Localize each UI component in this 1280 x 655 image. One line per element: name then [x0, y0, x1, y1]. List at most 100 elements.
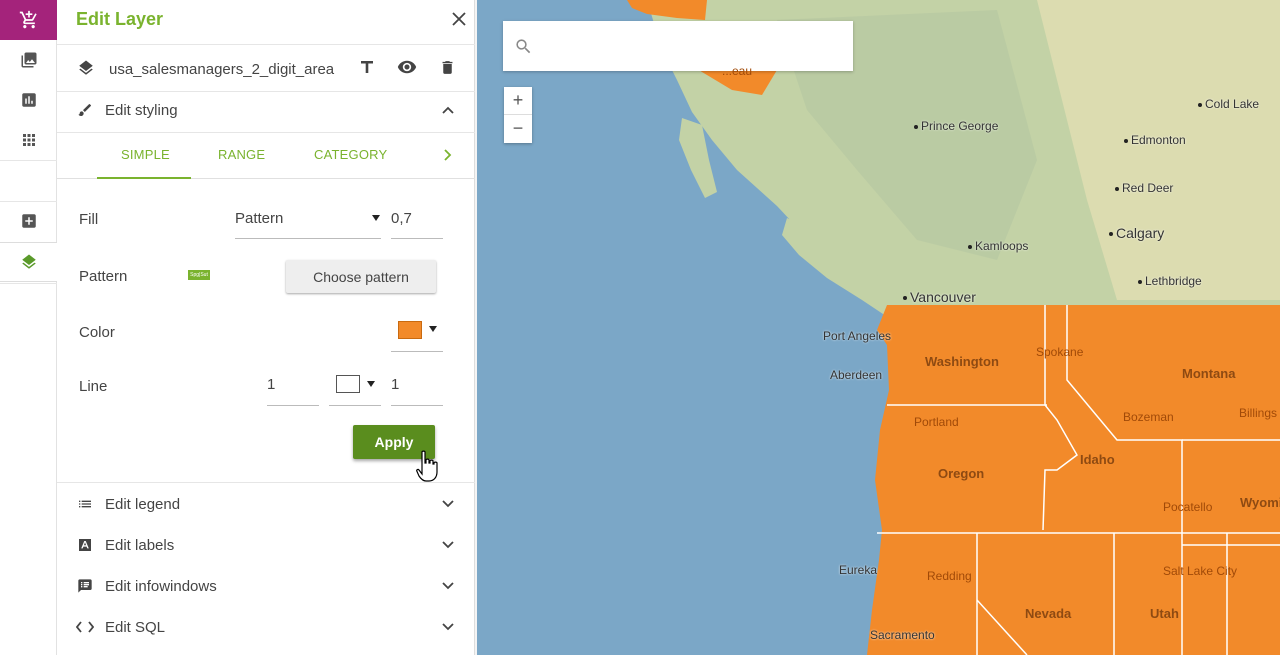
cart-button[interactable] — [0, 0, 57, 40]
city-label: Lethbridge — [1138, 274, 1202, 288]
pattern-label: Pattern — [79, 268, 128, 285]
close-icon — [452, 12, 466, 26]
city-label: Cold Lake — [1198, 97, 1259, 111]
edit-legend-header[interactable]: Edit legend — [57, 485, 475, 525]
chevron-down-icon — [441, 538, 455, 552]
tab-simple[interactable]: SIMPLE — [121, 147, 170, 162]
state-label: Oregon — [938, 466, 985, 481]
city-label: Eureka — [839, 563, 878, 577]
visibility-button[interactable] — [395, 56, 419, 78]
fill-opacity-value: 0,7 — [391, 210, 412, 227]
delete-layer-button[interactable] — [436, 56, 458, 78]
tab-category[interactable]: CATEGORY — [314, 147, 387, 162]
city-label: Prince George — [914, 119, 998, 133]
edit-styling-label: Edit styling — [105, 102, 178, 119]
edit-labels-label: Edit labels — [105, 537, 175, 554]
edit-legend-label: Edit legend — [105, 496, 181, 513]
list-icon — [76, 495, 94, 513]
map-canvas[interactable]: + − ...eau Prince George Edmonton Cold L… — [477, 0, 1280, 655]
line-width-value: 1 — [267, 376, 276, 393]
line-opacity-input[interactable]: 1 — [391, 370, 443, 406]
line-opacity-value: 1 — [391, 376, 400, 393]
map-search-input[interactable] — [543, 31, 843, 61]
map-basemap — [477, 0, 1280, 655]
edit-layer-panel: Edit Layer usa_salesmanagers_2_digit_are… — [57, 0, 475, 655]
dropdown-arrow-icon — [429, 326, 437, 332]
map-search[interactable] — [503, 21, 853, 71]
layer-row: usa_salesmanagers_2_digit_area — [57, 44, 475, 92]
city-label: Kamloops — [968, 239, 1028, 253]
layers-icon — [21, 254, 36, 269]
state-label: Washington — [925, 354, 999, 369]
line-width-input[interactable]: 1 — [267, 370, 319, 406]
layer-name: usa_salesmanagers_2_digit_area — [109, 61, 335, 78]
edit-sql-label: Edit SQL — [105, 619, 166, 636]
fill-color-swatch[interactable] — [398, 321, 422, 339]
city-label: Bozeman — [1123, 410, 1174, 424]
text-icon — [361, 61, 373, 73]
active-tab-indicator — [97, 177, 191, 179]
apps-button[interactable] — [0, 120, 57, 160]
add-layer-button[interactable] — [0, 201, 57, 241]
eye-icon — [397, 60, 417, 74]
state-label: Wyomi — [1240, 495, 1280, 510]
trash-icon — [442, 60, 452, 74]
chart-button[interactable] — [0, 80, 57, 120]
dropdown-arrow-icon — [367, 381, 375, 387]
edit-sql-header[interactable]: Edit SQL — [57, 608, 475, 648]
state-label: Idaho — [1080, 452, 1115, 467]
zoom-in-button[interactable]: + — [504, 87, 532, 115]
chevron-up-icon — [441, 103, 455, 117]
fill-type-select[interactable]: Pattern — [235, 204, 381, 239]
edit-styling-header[interactable]: Edit styling — [57, 91, 475, 131]
city-label: Vancouver — [903, 289, 976, 305]
choose-pattern-button[interactable]: Choose pattern — [286, 260, 436, 293]
chevron-down-icon — [441, 579, 455, 593]
cart-icon — [19, 10, 37, 29]
state-label: Nevada — [1025, 606, 1072, 621]
fill-label: Fill — [79, 211, 99, 228]
line-label: Line — [79, 378, 108, 395]
image-icon — [21, 52, 36, 68]
style-tabs: SIMPLE RANGE CATEGORY — [57, 132, 475, 179]
hand-cursor-icon — [416, 450, 438, 482]
left-rail — [0, 0, 57, 655]
fill-type-value: Pattern — [235, 210, 284, 227]
fill-opacity-input[interactable]: 0,7 — [391, 204, 443, 239]
images-button[interactable] — [0, 40, 57, 80]
chevron-down-icon — [441, 620, 455, 634]
city-label: Edmonton — [1124, 133, 1186, 147]
comment-list-icon — [76, 577, 94, 595]
text-labels-button[interactable] — [356, 56, 378, 78]
search-icon — [513, 36, 533, 56]
chevron-down-icon — [441, 497, 455, 511]
state-label: Montana — [1182, 366, 1236, 381]
tab-range[interactable]: RANGE — [218, 147, 265, 162]
line-color-swatch[interactable] — [336, 375, 360, 393]
city-label: Sacramento — [870, 628, 935, 642]
brush-icon — [76, 101, 94, 119]
zoom-controls: + − — [504, 87, 532, 143]
city-label: Calgary — [1109, 225, 1164, 241]
text-format-icon — [76, 536, 94, 554]
city-label: Billings — [1239, 406, 1278, 420]
layers-button[interactable] — [0, 242, 57, 282]
pattern-thumbnail: Spg|Sut — [188, 270, 210, 280]
city-label: Redding — [927, 569, 972, 583]
city-label: Red Deer — [1115, 181, 1173, 195]
city-label: Port Angeles — [823, 329, 892, 343]
edit-labels-header[interactable]: Edit labels — [57, 526, 475, 566]
bar-chart-icon — [21, 93, 36, 107]
city-label: Aberdeen — [830, 368, 883, 382]
dropdown-arrow-icon — [372, 215, 380, 221]
layers-icon — [75, 57, 97, 79]
city-label: Pocatello — [1163, 500, 1213, 514]
chevron-right-icon[interactable] — [441, 148, 455, 162]
close-panel-button[interactable] — [450, 10, 468, 28]
city-label: ...eau — [722, 64, 753, 78]
zoom-out-button[interactable]: − — [504, 115, 532, 143]
edit-infowindows-header[interactable]: Edit infowindows — [57, 567, 475, 607]
add-box-icon — [21, 214, 36, 228]
state-label: Utah — [1150, 606, 1179, 621]
grid-icon — [22, 134, 35, 146]
